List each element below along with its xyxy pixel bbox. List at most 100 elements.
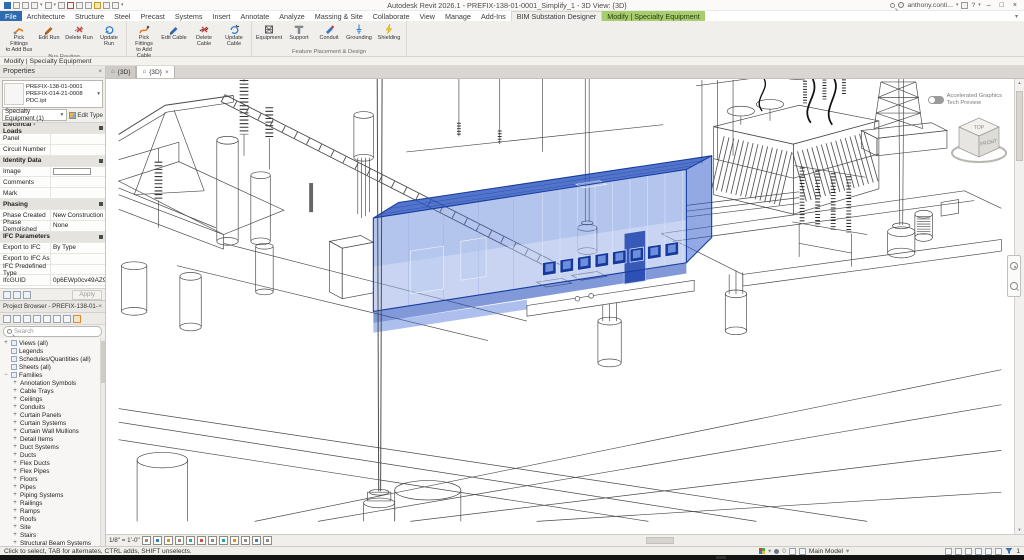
tree-item-piping-systems[interactable]: +Piping Systems [3,491,99,499]
section-expander-icon[interactable] [99,126,103,130]
navigation-bar[interactable] [1007,255,1021,297]
viewcube[interactable]: TOP FRONT [946,107,1012,169]
app-store-icon[interactable] [961,2,968,9]
tree-scrollbar[interactable] [100,338,105,546]
main-model-icon[interactable] [799,548,806,555]
tab-massing-site[interactable]: Massing & Site [310,11,368,21]
tree-item-detail-items[interactable]: +Detail Items [3,435,99,443]
edit-cable-button[interactable]: Edit Cable [160,22,188,41]
tab-annotate[interactable]: Annotate [235,11,274,21]
view-tab-3d-2[interactable]: ⌂ {3D} × [136,66,174,78]
undo-icon[interactable] [31,2,38,9]
pick-fittings-add-bus-button[interactable]: Pick Fittingsto Add Bus [5,22,33,53]
text-icon[interactable] [85,2,92,9]
detail-level-icon[interactable] [142,536,151,545]
select-underlay-toggle[interactable] [955,548,962,555]
pick-fittings-add-cable-button[interactable]: Pick Fittingsto Add Cable [130,22,158,59]
collab-caret-icon[interactable]: ▾ [768,547,771,555]
tree-item-conduits[interactable]: +Conduits [3,403,99,411]
avatar[interactable] [898,2,904,8]
tab-bim-substation-designer[interactable]: BIM Substation Designer [511,11,603,21]
browser-links-icon[interactable] [73,315,81,323]
browser-views-icon[interactable] [13,315,21,323]
tree-item-floors[interactable]: +Floors [3,475,99,483]
panel-value[interactable] [50,134,105,144]
steering-wheel-icon[interactable] [1010,262,1018,270]
edit-type-button[interactable]: Edit Type [69,109,103,121]
tree-item-flex-ducts[interactable]: +Flex Ducts [3,459,99,467]
tree-item-cable-trays[interactable]: +Cable Trays [3,387,99,395]
phase-created-value[interactable]: New Construction [50,210,105,220]
search-icon[interactable] [890,3,895,8]
tree-item-annotation-symbols[interactable]: +Annotation Symbols [3,379,99,387]
tree-item-stairs[interactable]: +Stairs [3,531,99,539]
3d-viewport[interactable] [106,79,1014,534]
section-expander-icon[interactable] [99,235,103,239]
revit-logo-icon[interactable] [4,2,11,9]
thin-lines-icon[interactable] [112,2,119,9]
measure-icon[interactable] [67,2,74,9]
tab-collaborate[interactable]: Collaborate [368,11,415,21]
drag-on-selection-toggle[interactable] [985,548,992,555]
browser-families-icon[interactable] [53,315,61,323]
tab-precast[interactable]: Precast [136,11,170,21]
type-selector[interactable]: PREFIX-138-01-0001 PREFIX-014-21-0008 PD… [2,80,103,108]
section-expander-icon[interactable] [99,159,103,163]
help-caret-icon[interactable]: ▾ [978,2,981,9]
browser-sheets-icon[interactable] [43,315,51,323]
vertical-scrollbar[interactable]: ▲ ▼ [1014,79,1024,534]
tree-item-duct-systems[interactable]: +Duct Systems [3,443,99,451]
tree-item-flex-pipes[interactable]: +Flex Pipes [3,467,99,475]
redo-icon[interactable] [45,2,52,9]
filter-icon[interactable] [1005,547,1013,555]
tree-item-railings[interactable]: +Railings [3,499,99,507]
print-icon[interactable] [58,2,65,9]
shielding-button[interactable]: Shielding [375,22,403,41]
horizontal-scrollbar-thumb[interactable] [646,537,674,544]
ifc-predefined-type-value[interactable] [50,265,105,275]
tree-item-ramps[interactable]: +Ramps [3,507,99,515]
tree-item-families[interactable]: −Families [3,371,99,379]
help-button[interactable]: ? [971,2,975,9]
tab-structure[interactable]: Structure [70,11,109,21]
show-crop-region-icon[interactable] [197,536,206,545]
apply-button[interactable]: Apply [72,290,102,300]
temporary-hide-isolate-icon[interactable] [219,536,228,545]
design-option-caret-icon[interactable]: ▾ [846,547,849,555]
shadows-icon[interactable] [175,536,184,545]
section-expander-icon[interactable] [99,202,103,206]
select-by-face-toggle[interactable] [975,548,982,555]
comments-value[interactable] [50,177,105,187]
qat-customize-caret-icon[interactable]: ▾ [121,2,124,9]
ribbon-display-toggle[interactable]: ▾ [1009,11,1024,21]
tree-item-ducts[interactable]: +Ducts [3,451,99,459]
worksharing-display-icon[interactable] [252,536,261,545]
tree-item-site[interactable]: +Site [3,523,99,531]
tree-item-curtain-panels[interactable]: +Curtain Panels [3,411,99,419]
tree-item-curtain-systems[interactable]: +Curtain Systems [3,419,99,427]
mark-value[interactable] [50,188,105,198]
type-selector-caret-icon[interactable]: ▾ [96,91,101,97]
view-scale-button[interactable]: 1/8" = 1'-0" [109,537,140,544]
user-caret-icon[interactable]: ▾ [956,2,959,9]
crop-view-icon[interactable] [186,536,195,545]
tab-modify-specialty-equipment[interactable]: Modify | Specialty Equipment [602,11,705,21]
design-options-icon[interactable] [789,548,796,555]
view-tab-close-icon[interactable]: × [165,69,169,76]
tab-systems[interactable]: Systems [170,11,208,21]
sort-descending-icon[interactable] [23,291,31,299]
browser-schedules-icon[interactable] [33,315,41,323]
image-value-field[interactable] [53,168,91,175]
scroll-up-arrow-icon[interactable]: ▲ [1015,79,1024,87]
reveal-hidden-elements-icon[interactable] [230,536,239,545]
active-design-option[interactable]: Main Model [809,548,843,555]
export-ifc-as-value[interactable] [50,254,105,264]
close-button[interactable]: × [1010,2,1020,9]
tab-analyze[interactable]: Analyze [274,11,310,21]
sun-path-icon[interactable] [164,536,173,545]
redo-caret-icon[interactable]: ▾ [54,2,57,9]
conduit-button[interactable]: Conduit [315,22,343,41]
browser-search-input[interactable] [14,328,98,335]
aligned-dimension-icon[interactable] [76,2,83,9]
accelerated-graphics-toggle[interactable] [928,96,944,104]
